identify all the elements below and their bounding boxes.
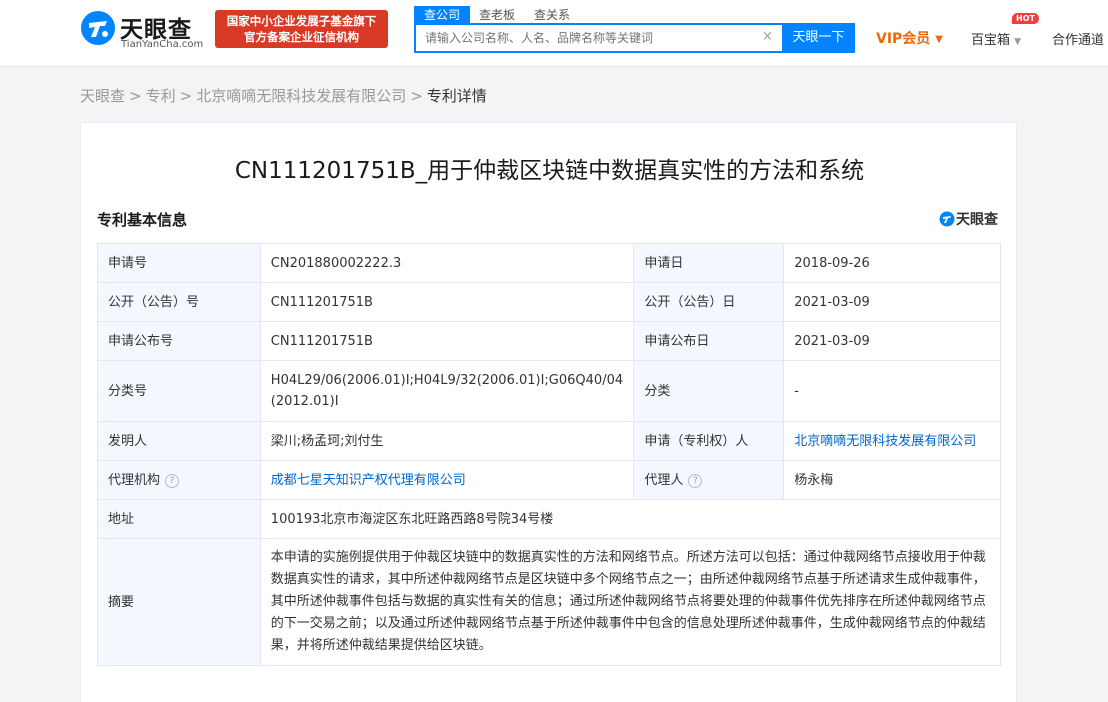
value-address: 100193北京市海淀区东北旺路西路8号院34号楼 bbox=[259, 499, 1002, 539]
logo-icon bbox=[939, 211, 955, 227]
value-app-no: CN201880002222.3 bbox=[259, 243, 635, 283]
value-abstract: 本申请的实施例提供用于仲裁区块链中的数据真实性的方法和网络节点。所述方法可以包括… bbox=[270, 550, 986, 653]
help-icon[interactable]: ? bbox=[688, 473, 703, 488]
table-row: 发明人 梁川;杨孟珂;刘付生 申请（专利权）人 北京嘀嘀无限科技发展有限公司 bbox=[97, 421, 1001, 461]
table-row: 分类号 H04L29/06(2006.01)I;H04L9/32(2006.01… bbox=[97, 360, 1001, 422]
label-address: 地址 bbox=[97, 499, 261, 539]
value-class-no: H04L29/06(2006.01)I;H04L9/32(2006.01)I;G… bbox=[259, 360, 635, 422]
page-title: CN111201751B_用于仲裁区块链中数据真实性的方法和系统 bbox=[234, 158, 865, 184]
site-logo[interactable]: 天眼查 TianYanCha.com bbox=[80, 10, 210, 50]
label-pub-date: 公开（公告）日 bbox=[633, 282, 785, 322]
label-agent-cell: 代理人? bbox=[633, 460, 785, 500]
label-agency-cell: 代理机构? bbox=[97, 460, 261, 500]
patent-card: CN111201751B_用于仲裁区块链中数据真实性的方法和系统 专利基本信息 … bbox=[80, 122, 1017, 702]
breadcrumb-separator: > bbox=[179, 87, 193, 105]
gov-badge: 国家中小企业发展子基金旗下 官方备案企业征信机构 bbox=[215, 10, 388, 48]
label-pub-no: 公开（公告）号 bbox=[97, 282, 261, 322]
label-app-date: 申请日 bbox=[633, 243, 785, 283]
breadcrumb: 天眼查 > 专利 > 北京嘀嘀无限科技发展有限公司 > 专利详情 bbox=[80, 85, 487, 106]
help-icon[interactable]: ? bbox=[165, 473, 180, 488]
hot-badge: HOT bbox=[1012, 13, 1039, 24]
value-inventor: 梁川;杨孟珂;刘付生 bbox=[259, 421, 635, 461]
treasure-label: 百宝箱 bbox=[971, 33, 1011, 48]
breadcrumb-current: 专利详情 bbox=[426, 87, 487, 105]
treasure-menu[interactable]: 百宝箱 ▼ bbox=[971, 29, 1021, 48]
breadcrumb-separator: > bbox=[129, 87, 142, 105]
value-agent: 杨永梅 bbox=[783, 460, 1001, 500]
value-pub-date: 2021-03-09 bbox=[783, 282, 1001, 322]
value-app-date: 2018-09-26 bbox=[783, 243, 1001, 283]
gov-badge-line2: 官方备案企业征信机构 bbox=[244, 30, 359, 44]
label-app-no: 申请号 bbox=[97, 243, 261, 283]
value-app-pub-no: CN111201751B bbox=[259, 321, 635, 361]
watermark-text: 天眼查 bbox=[956, 212, 998, 228]
tab-company[interactable]: 查公司 bbox=[414, 6, 471, 24]
caret-down-icon: ▼ bbox=[1014, 37, 1022, 47]
breadcrumb-patent[interactable]: 专利 bbox=[146, 87, 176, 105]
section-title: 专利基本信息 bbox=[97, 211, 188, 229]
label-category: 分类 bbox=[633, 360, 785, 422]
tianyancha-watermark: 天眼查 bbox=[939, 209, 998, 229]
search-box: × 天眼一下 bbox=[414, 23, 855, 53]
search-button[interactable]: 天眼一下 bbox=[782, 23, 855, 53]
applicant-link[interactable]: 北京嘀嘀无限科技发展有限公司 bbox=[794, 434, 976, 449]
clear-icon[interactable]: × bbox=[762, 29, 773, 44]
label-app-pub-no: 申请公布号 bbox=[97, 321, 261, 361]
table-row: 申请公布号 CN111201751B 申请公布日 2021-03-09 bbox=[97, 321, 1001, 361]
top-header: 天眼查 TianYanCha.com 国家中小企业发展子基金旗下 官方备案企业征… bbox=[0, 0, 1108, 67]
caret-down-icon: ▼ bbox=[935, 34, 943, 45]
label-inventor: 发明人 bbox=[97, 421, 261, 461]
breadcrumb-separator: > bbox=[410, 87, 423, 105]
search-input[interactable] bbox=[416, 25, 756, 51]
label-abstract: 摘要 bbox=[97, 538, 261, 666]
table-row: 代理机构? 成都七星天知识产权代理有限公司 代理人? 杨永梅 bbox=[97, 460, 1001, 500]
tab-boss[interactable]: 查老板 bbox=[479, 6, 515, 24]
agency-link[interactable]: 成都七星天知识产权代理有限公司 bbox=[271, 473, 466, 488]
label-agency: 代理机构 bbox=[108, 472, 161, 488]
label-agent: 代理人 bbox=[644, 472, 684, 488]
partner-link[interactable]: 合作通道 bbox=[1052, 29, 1104, 48]
table-row: 地址 100193北京市海淀区东北旺路西路8号院34号楼 bbox=[97, 499, 1002, 539]
vip-menu[interactable]: VIP会员 ▼ bbox=[876, 28, 943, 48]
logo-domain: TianYanCha.com bbox=[121, 39, 204, 50]
gov-badge-line1: 国家中小企业发展子基金旗下 bbox=[226, 14, 377, 28]
vip-label: VIP会员 bbox=[876, 31, 931, 47]
label-applicant: 申请（专利权）人 bbox=[633, 421, 785, 461]
logo-icon bbox=[81, 11, 115, 45]
value-app-pub-date: 2021-03-09 bbox=[783, 321, 1001, 361]
value-pub-no: CN111201751B bbox=[259, 282, 635, 322]
breadcrumb-home[interactable]: 天眼查 bbox=[80, 87, 125, 105]
table-row: 公开（公告）号 CN111201751B 公开（公告）日 2021-03-09 bbox=[97, 282, 1001, 322]
patent-info-table: 申请号 CN201880002222.3 申请日 2018-09-26 公开（公… bbox=[97, 243, 1002, 666]
label-class-no: 分类号 bbox=[97, 360, 261, 422]
label-app-pub-date: 申请公布日 bbox=[633, 321, 785, 361]
breadcrumb-company[interactable]: 北京嘀嘀无限科技发展有限公司 bbox=[196, 87, 406, 105]
table-row: 申请号 CN201880002222.3 申请日 2018-09-26 bbox=[97, 243, 1001, 283]
table-row: 摘要 本申请的实施例提供用于仲裁区块链中的数据真实性的方法和网络节点。所述方法可… bbox=[97, 538, 1002, 666]
value-category: - bbox=[783, 360, 1001, 422]
tab-relation[interactable]: 查关系 bbox=[534, 6, 570, 24]
